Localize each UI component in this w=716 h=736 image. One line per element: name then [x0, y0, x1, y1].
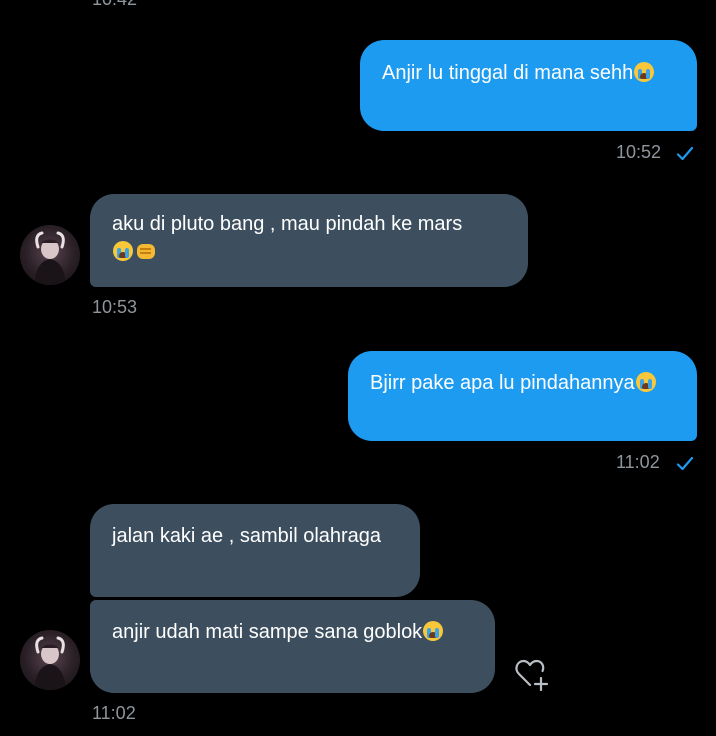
message-bubble-sent[interactable]: Anjir lu tinggal di mana sehh [360, 40, 697, 131]
raised-fist-icon [137, 244, 155, 259]
loudly-crying-face-icon [634, 62, 655, 82]
message-bubble-sent[interactable]: Bjirr pake apa lu pindahannya [348, 351, 697, 441]
message-text: anjir udah mati sampe sana goblok [112, 621, 423, 643]
avatar[interactable] [20, 630, 80, 690]
avatar-photo [34, 231, 66, 285]
loudly-crying-face-icon [423, 621, 444, 641]
loudly-crying-face-icon [635, 372, 656, 392]
loudly-crying-face-icon [113, 241, 133, 261]
message-bubble-received[interactable]: aku di pluto bang , mau pindah ke mars [90, 194, 528, 287]
message-time: 11:02 [92, 703, 136, 723]
checkmark-icon [676, 146, 694, 161]
message-text: aku di pluto bang , mau pindah ke mars [112, 213, 463, 235]
message-time: 11:02 [616, 452, 660, 472]
avatar[interactable] [20, 225, 80, 285]
message-text: Anjir lu tinggal di mana sehh [382, 62, 634, 84]
message-bubble-received[interactable]: jalan kaki ae , sambil olahraga [90, 504, 420, 597]
checkmark-icon [676, 456, 694, 471]
previous-timestamp: 10:42 [92, 0, 137, 10]
message-time: 10:52 [616, 142, 662, 162]
message-bubble-received[interactable]: anjir udah mati sampe sana goblok [90, 600, 495, 693]
message-time: 10:53 [92, 297, 138, 317]
heart-plus-icon[interactable] [512, 654, 552, 694]
message-text: jalan kaki ae , sambil olahraga [112, 525, 382, 547]
avatar-photo [34, 636, 66, 690]
message-text: Bjirr pake apa lu pindahannya [370, 372, 635, 394]
